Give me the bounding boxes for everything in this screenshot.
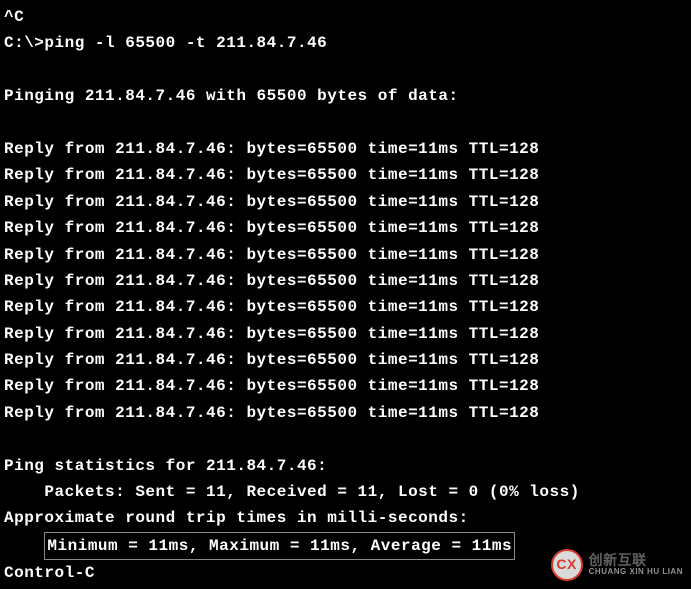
ping-reply-line: Reply from 211.84.7.46: bytes=65500 time… — [4, 162, 687, 188]
blank-line — [4, 426, 687, 452]
ping-reply-line: Reply from 211.84.7.46: bytes=65500 time… — [4, 189, 687, 215]
interrupt-line: ^C — [4, 4, 687, 30]
blank-line — [4, 110, 687, 136]
ping-reply-line: Reply from 211.84.7.46: bytes=65500 time… — [4, 136, 687, 162]
packets-line: Packets: Sent = 11, Received = 11, Lost … — [4, 479, 687, 505]
watermark-logo-icon: CX — [551, 549, 583, 581]
pinging-header: Pinging 211.84.7.46 with 65500 bytes of … — [4, 83, 687, 109]
approx-line: Approximate round trip times in milli-se… — [4, 505, 687, 531]
blank-line — [4, 57, 687, 83]
ping-reply-line: Reply from 211.84.7.46: bytes=65500 time… — [4, 268, 687, 294]
watermark-en: CHUANG XIN HU LIAN — [589, 568, 683, 577]
ping-reply-line: Reply from 211.84.7.46: bytes=65500 time… — [4, 347, 687, 373]
watermark-cn: 创新互联 — [589, 553, 683, 568]
ping-reply-line: Reply from 211.84.7.46: bytes=65500 time… — [4, 321, 687, 347]
minmax-highlight: Minimum = 11ms, Maximum = 11ms, Average … — [44, 532, 515, 560]
ping-reply-line: Reply from 211.84.7.46: bytes=65500 time… — [4, 373, 687, 399]
stats-header: Ping statistics for 211.84.7.46: — [4, 453, 687, 479]
terminal-output: ^C C:\>ping -l 65500 -t 211.84.7.46 Ping… — [4, 4, 687, 587]
ping-reply-line: Reply from 211.84.7.46: bytes=65500 time… — [4, 400, 687, 426]
watermark-text: 创新互联 CHUANG XIN HU LIAN — [589, 553, 683, 577]
minmax-prefix — [4, 537, 44, 555]
ping-reply-line: Reply from 211.84.7.46: bytes=65500 time… — [4, 242, 687, 268]
ping-reply-line: Reply from 211.84.7.46: bytes=65500 time… — [4, 215, 687, 241]
ping-reply-line: Reply from 211.84.7.46: bytes=65500 time… — [4, 294, 687, 320]
watermark: CX 创新互联 CHUANG XIN HU LIAN — [551, 549, 683, 581]
command-prompt-line: C:\>ping -l 65500 -t 211.84.7.46 — [4, 30, 687, 56]
